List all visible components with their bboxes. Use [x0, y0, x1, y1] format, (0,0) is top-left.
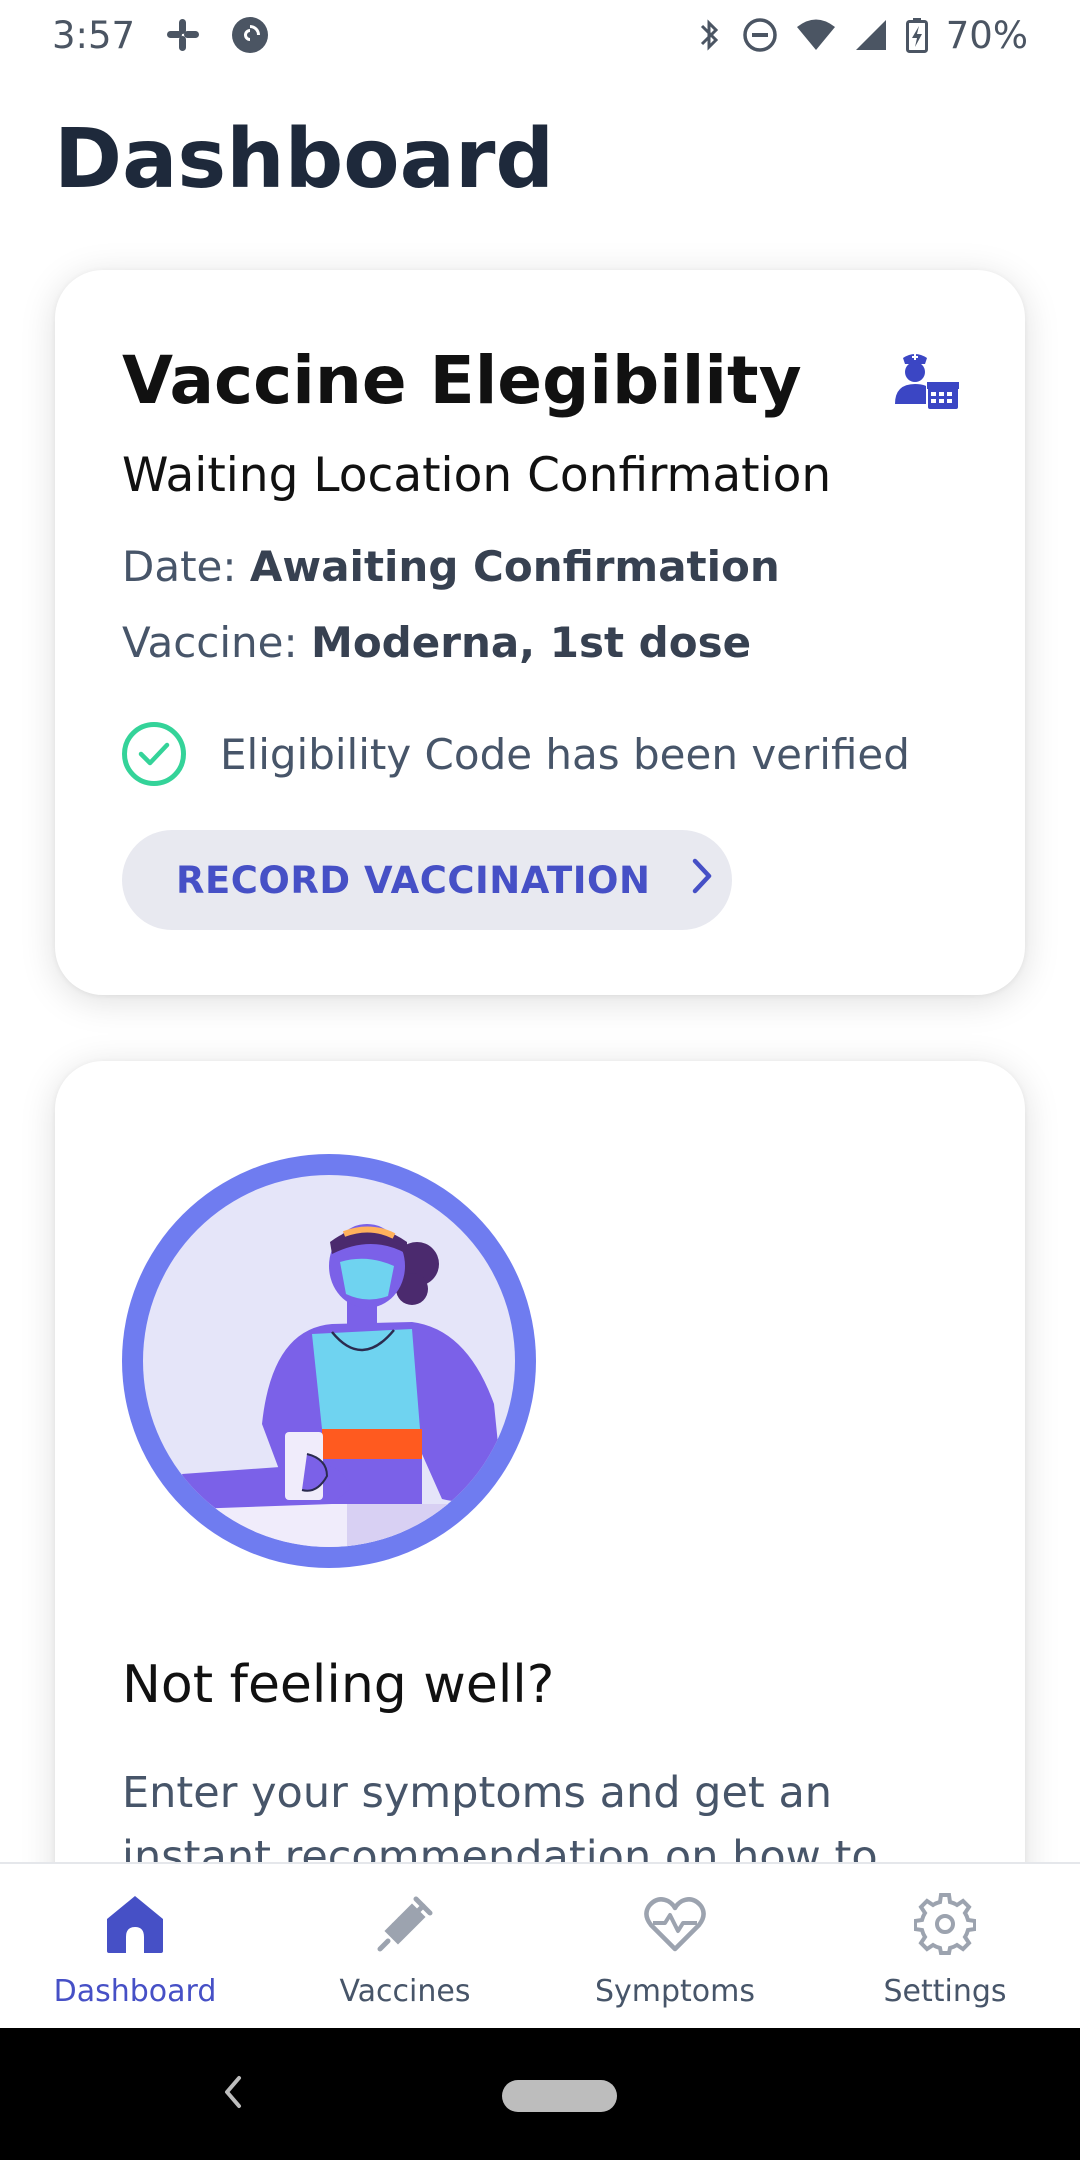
date-label: Date: [122, 542, 237, 591]
home-icon [99, 1888, 171, 1960]
vaccine-label: Vaccine: [122, 618, 298, 667]
date-row: Date: Awaiting Confirmation [122, 542, 780, 591]
record-vaccination-label: RECORD VACCINATION [176, 858, 651, 902]
status-left: 3:57 [52, 14, 269, 57]
home-pill[interactable] [502, 2080, 617, 2112]
nav-item-settings[interactable]: Settings [810, 1864, 1080, 2028]
record-vaccination-button[interactable]: RECORD VACCINATION [122, 830, 732, 930]
nav-item-dashboard[interactable]: Dashboard [0, 1864, 270, 2028]
status-bar: 3:57 70% [0, 0, 1080, 70]
nav-label-symptoms: Symptoms [594, 1974, 756, 2009]
vaccine-value: Moderna, 1st dose [311, 618, 752, 667]
slack-icon [165, 17, 201, 53]
gear-icon [909, 1888, 981, 1960]
heart-pulse-icon [639, 1888, 711, 1960]
screen: 3:57 70% Dashboard Vaccine Elegibility W… [0, 0, 1080, 2160]
bottom-nav: Dashboard Vaccines Symptoms Settings [0, 1862, 1080, 2028]
nav-item-symptoms[interactable]: Symptoms [540, 1864, 810, 2028]
masked-person-illustration [122, 1154, 536, 1568]
check-circle-icon [122, 722, 186, 786]
system-nav-bar [0, 2028, 1080, 2160]
back-icon[interactable] [222, 2074, 244, 2114]
vaccine-row: Vaccine: Moderna, 1st dose [122, 618, 751, 667]
do-not-disturb-icon [742, 17, 778, 53]
status-right: 70% [694, 14, 1028, 57]
status-time: 3:57 [52, 13, 136, 57]
nav-label-dashboard: Dashboard [53, 1974, 217, 2009]
verified-row: Eligibility Code has been verified [122, 722, 910, 786]
nav-item-vaccines[interactable]: Vaccines [270, 1864, 540, 2028]
battery-percent: 70% [945, 13, 1028, 57]
symptoms-title: Not feeling well? [122, 1655, 555, 1715]
nav-label-settings: Settings [883, 1974, 1007, 2009]
bluetooth-icon [694, 17, 724, 53]
battery-charging-icon [905, 17, 928, 53]
chevron-right-icon [690, 857, 714, 904]
doctor-calendar-icon [893, 352, 961, 416]
vaccine-card-subtitle: Waiting Location Confirmation [122, 448, 832, 503]
verified-text: Eligibility Code has been verified [220, 729, 910, 779]
wifi-icon [796, 18, 836, 52]
signal-icon [854, 18, 888, 52]
date-value: Awaiting Confirmation [249, 542, 780, 591]
vaccine-card-title: Vaccine Elegibility [122, 342, 802, 419]
syringe-icon [369, 1888, 441, 1960]
page-title: Dashboard [54, 112, 555, 207]
nav-label-vaccines: Vaccines [339, 1974, 471, 2009]
pocket-casts-icon [231, 16, 269, 54]
vaccine-eligibility-card: Vaccine Elegibility Waiting Location Con… [55, 270, 1025, 995]
